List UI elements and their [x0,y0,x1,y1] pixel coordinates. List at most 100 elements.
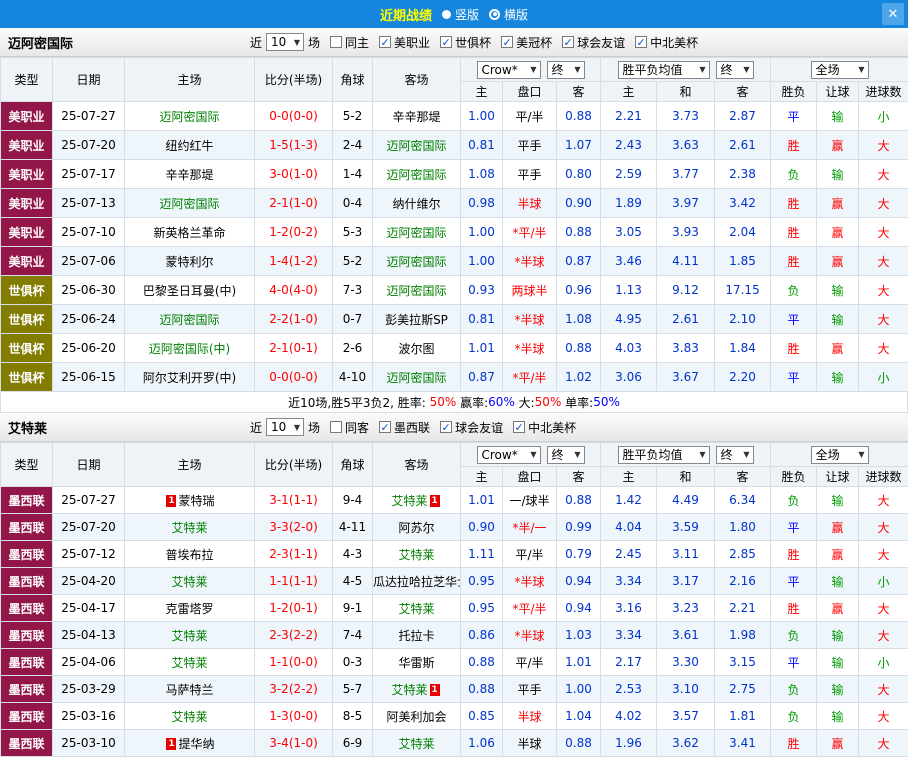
team-link[interactable]: 阿尔艾利开罗(中) [143,371,236,385]
team-link[interactable]: 迈阿密国际 [386,255,446,269]
team-link[interactable]: 巴黎圣日耳曼(中) [143,284,236,298]
team-link[interactable]: 迈阿密国际 [386,284,446,298]
team-link[interactable]: 迈阿密国际(中) [149,342,230,356]
team-link[interactable]: 迈阿密国际 [159,197,219,211]
team-link[interactable]: 艾特莱 [398,737,434,751]
home-team-cell[interactable]: 艾特莱 [125,622,255,649]
team-link[interactable]: 阿苏尔 [398,521,434,535]
layout-radio-horizontal[interactable]: 横版 [489,6,528,23]
scope-select[interactable]: 全场▼ [811,61,869,79]
away-team-cell[interactable]: 迈阿密国际 [373,218,461,247]
home-team-cell[interactable]: 克雷塔罗 [125,595,255,622]
team-link[interactable]: 辛辛那堤 [165,168,213,182]
team-link[interactable]: 华雷斯 [398,656,434,670]
final-avg-select[interactable]: 终▼ [716,61,754,79]
home-team-cell[interactable]: 1蒙特瑞 [125,487,255,514]
home-team-cell[interactable]: 蒙特利尔 [125,247,255,276]
team-link[interactable]: 迈阿密国际 [159,110,219,124]
filter-checkbox-世俱杯[interactable]: ✓世俱杯 [440,34,491,51]
avg-odds-select[interactable]: 胜平负均值▼ [618,61,710,79]
team-link[interactable]: 迈阿密国际 [386,168,446,182]
filter-checkbox-中北美杯[interactable]: ✓中北美杯 [513,419,576,436]
filter-checkbox-同客[interactable]: 同客 [330,419,369,436]
team-link[interactable]: 艾特莱 [171,521,207,535]
away-team-cell[interactable]: 迈阿密国际 [373,131,461,160]
final-avg-select[interactable]: 终▼ [716,446,754,464]
team-link[interactable]: 艾特莱 [398,548,434,562]
home-team-cell[interactable]: 迈阿密国际(中) [125,334,255,363]
away-team-cell[interactable]: 波尔图 [373,334,461,363]
team-link[interactable]: 纳什维尔 [392,197,440,211]
home-team-cell[interactable]: 艾特莱 [125,649,255,676]
team-link[interactable]: 迈阿密国际 [386,371,446,385]
team-link[interactable]: 艾特莱 [171,656,207,670]
team-link[interactable]: 迈阿密国际 [159,313,219,327]
home-team-cell[interactable]: 马萨特兰 [125,676,255,703]
match-count-select[interactable]: 10▼ [266,418,304,436]
away-team-cell[interactable]: 艾特莱 [373,541,461,568]
team-link[interactable]: 辛辛那堤 [392,110,440,124]
home-team-cell[interactable]: 辛辛那堤 [125,160,255,189]
away-team-cell[interactable]: 艾特莱1 [373,487,461,514]
team-link[interactable]: 迈阿密国际 [386,139,446,153]
team-link[interactable]: 艾特莱 [398,602,434,616]
away-team-cell[interactable]: 迈阿密国际 [373,276,461,305]
team-link[interactable]: 瓜达拉哈拉芝华士 [373,575,461,589]
filter-checkbox-美冠杯[interactable]: ✓美冠杯 [501,34,552,51]
home-team-cell[interactable]: 纽约红牛 [125,131,255,160]
team-link[interactable]: 克雷塔罗 [165,602,213,616]
close-button[interactable]: ✕ [882,3,904,25]
away-team-cell[interactable]: 华雷斯 [373,649,461,676]
team-link[interactable]: 迈阿密国际 [386,226,446,240]
final-odds-select[interactable]: 终▼ [547,61,585,79]
team-link[interactable]: 马萨特兰 [165,683,213,697]
team-link[interactable]: 艾特莱 [171,575,207,589]
team-link[interactable]: 艾特莱 [171,629,207,643]
home-team-cell[interactable]: 艾特莱 [125,568,255,595]
away-team-cell[interactable]: 彭美拉斯SP [373,305,461,334]
home-team-cell[interactable]: 迈阿密国际 [125,305,255,334]
home-team-cell[interactable]: 艾特莱 [125,703,255,730]
scope-select[interactable]: 全场▼ [811,446,869,464]
away-team-cell[interactable]: 辛辛那堤 [373,102,461,131]
away-team-cell[interactable]: 纳什维尔 [373,189,461,218]
away-team-cell[interactable]: 托拉卡 [373,622,461,649]
filter-checkbox-同主[interactable]: 同主 [330,34,369,51]
team-link[interactable]: 彭美拉斯SP [385,313,448,327]
home-team-cell[interactable]: 艾特莱 [125,514,255,541]
team-link[interactable]: 纽约红牛 [165,139,213,153]
team-link[interactable]: 艾特莱 [171,710,207,724]
filter-checkbox-球会友谊[interactable]: ✓球会友谊 [562,34,625,51]
away-team-cell[interactable]: 艾特莱 [373,595,461,622]
home-team-cell[interactable]: 阿尔艾利开罗(中) [125,363,255,392]
match-count-select[interactable]: 10▼ [266,33,304,51]
home-team-cell[interactable]: 1提华纳 [125,730,255,757]
layout-radio-vertical[interactable]: 竖版 [442,6,479,23]
team-link[interactable]: 阿美利加会 [386,710,446,724]
home-team-cell[interactable]: 巴黎圣日耳曼(中) [125,276,255,305]
home-team-cell[interactable]: 迈阿密国际 [125,189,255,218]
team-link[interactable]: 蒙特利尔 [165,255,213,269]
team-link[interactable]: 托拉卡 [398,629,434,643]
away-team-cell[interactable]: 迈阿密国际 [373,247,461,276]
away-team-cell[interactable]: 阿苏尔 [373,514,461,541]
team-link[interactable]: 艾特莱 [391,494,427,508]
filter-checkbox-中北美杯[interactable]: ✓中北美杯 [635,34,698,51]
filter-checkbox-球会友谊[interactable]: ✓球会友谊 [440,419,503,436]
odds-source-select[interactable]: Crow*▼ [477,61,541,79]
filter-checkbox-美职业[interactable]: ✓美职业 [379,34,430,51]
team-link[interactable]: 普埃布拉 [165,548,213,562]
away-team-cell[interactable]: 迈阿密国际 [373,363,461,392]
away-team-cell[interactable]: 艾特莱1 [373,676,461,703]
avg-odds-select[interactable]: 胜平负均值▼ [618,446,710,464]
away-team-cell[interactable]: 艾特莱 [373,730,461,757]
odds-source-select[interactable]: Crow*▼ [477,446,541,464]
final-odds-select[interactable]: 终▼ [547,446,585,464]
away-team-cell[interactable]: 迈阿密国际 [373,160,461,189]
team-link[interactable]: 蒙特瑞 [178,494,214,508]
home-team-cell[interactable]: 新英格兰革命 [125,218,255,247]
away-team-cell[interactable]: 瓜达拉哈拉芝华士 [373,568,461,595]
team-link[interactable]: 新英格兰革命 [153,226,225,240]
filter-checkbox-墨西联[interactable]: ✓墨西联 [379,419,430,436]
away-team-cell[interactable]: 阿美利加会 [373,703,461,730]
